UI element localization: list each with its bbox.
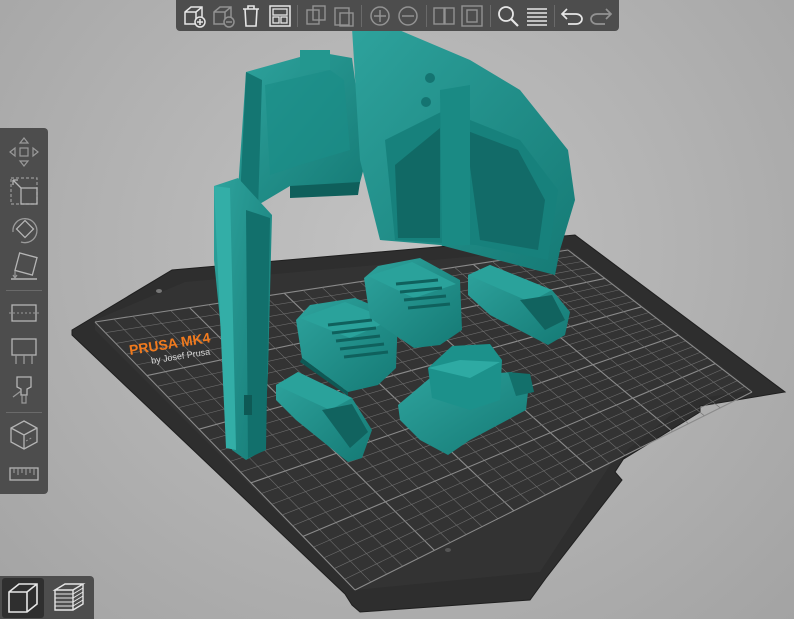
undo-icon — [560, 7, 583, 25]
left-toolbar-divider — [6, 289, 42, 291]
remove-instance-button[interactable] — [394, 1, 423, 30]
rotate-tool-button[interactable] — [4, 211, 44, 247]
toolbar-separator — [361, 4, 363, 27]
left-toolbar-divider — [6, 412, 42, 414]
cube-icon — [10, 420, 38, 451]
delete-button[interactable] — [209, 1, 238, 30]
undo-button[interactable] — [558, 1, 587, 30]
redo-icon — [589, 7, 612, 25]
move-tool-button[interactable] — [4, 134, 44, 170]
model-wall-right[interactable] — [352, 22, 575, 275]
view-cube-button[interactable] — [4, 417, 44, 453]
redo-button[interactable] — [586, 1, 615, 30]
paste-icon — [334, 6, 354, 27]
arrange-button[interactable] — [266, 1, 295, 30]
layers-editing-button[interactable] — [522, 1, 551, 30]
scale-icon — [10, 177, 38, 205]
left-toolbar — [0, 128, 48, 494]
split-parts-icon — [461, 4, 484, 27]
place-on-face-tool-button[interactable] — [4, 249, 44, 285]
supports-painting-tool-button[interactable] — [4, 333, 44, 369]
cube-view-icon — [8, 582, 38, 613]
view-tabs — [0, 576, 94, 619]
rotate-icon — [12, 218, 38, 244]
toolbar-separator — [297, 4, 299, 27]
trash-icon — [243, 4, 260, 27]
measure-tool-button[interactable] — [4, 456, 44, 492]
add-instance-icon — [369, 5, 390, 26]
copy-icon — [305, 4, 326, 25]
paste-button[interactable] — [330, 1, 359, 30]
toolbar-separator — [425, 4, 427, 27]
toolbar-separator — [489, 4, 491, 27]
split-objects-button[interactable] — [430, 1, 459, 30]
cut-tool-button[interactable] — [4, 295, 44, 331]
copy-button[interactable] — [301, 1, 330, 30]
toolbar-separator — [553, 4, 555, 27]
add-object-button[interactable] — [180, 1, 209, 30]
paint-brush-icon — [12, 376, 32, 404]
search-button[interactable] — [494, 1, 523, 30]
cut-icon — [9, 304, 39, 322]
top-toolbar — [176, 0, 619, 31]
search-icon — [498, 5, 519, 27]
delete-all-button[interactable] — [237, 1, 266, 30]
seam-painting-tool-button[interactable] — [4, 372, 44, 408]
delete-object-icon — [213, 5, 235, 28]
split-objects-icon — [433, 6, 455, 25]
ruler-icon — [9, 467, 39, 481]
add-instance-button[interactable] — [365, 1, 394, 30]
layers-icon — [526, 7, 547, 26]
remove-instance-icon — [398, 5, 419, 26]
3d-viewport[interactable]: PRUSA MK4 by Josef Prusa — [0, 0, 794, 619]
move-icon — [9, 137, 39, 168]
layers-preview-icon — [52, 582, 86, 611]
supports-painting-icon — [11, 338, 37, 365]
model-wall-left[interactable] — [238, 50, 366, 210]
tab-preview[interactable] — [48, 578, 90, 618]
arrange-icon — [269, 4, 291, 27]
tab-3d-view[interactable] — [2, 577, 44, 618]
add-object-icon — [184, 5, 207, 28]
scale-tool-button[interactable] — [4, 172, 44, 208]
place-on-face-icon — [11, 251, 38, 280]
split-parts-button[interactable] — [458, 1, 487, 30]
